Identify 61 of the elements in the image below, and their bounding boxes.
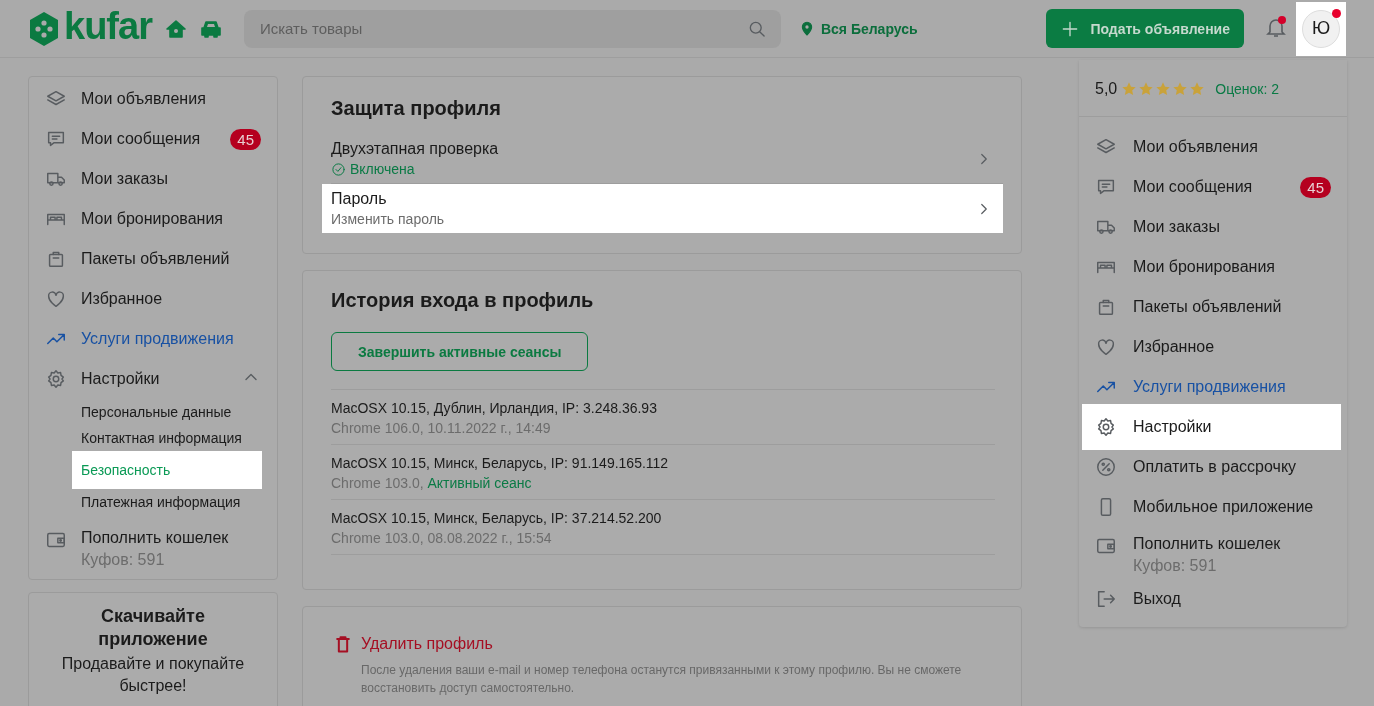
sidebar-link[interactable]: Избранное (81, 290, 261, 308)
menu-item[interactable]: Мои объявления (1133, 138, 1331, 156)
menu-item[interactable]: Избранное (1133, 338, 1331, 356)
section-title: Защита профиля (331, 97, 502, 120)
sidebar-link[interactable]: Настройки (81, 370, 227, 388)
sidebar-subitem[interactable]: Персональные данные (72, 399, 262, 425)
session-device: MacOSX 10.15, Минск, Беларусь, IP: 91.149.165.112 (331, 455, 670, 471)
sidebar-link[interactable]: Пополнить кошелек (81, 529, 229, 547)
section-title: История входа в профиль (331, 289, 595, 312)
star-icon (1121, 81, 1138, 97)
settings-icon (1095, 416, 1117, 438)
status-text: Включена (350, 161, 415, 177)
menu-item[interactable]: Оплатить в рассрочку (1133, 458, 1331, 476)
row-subtitle: Изменить пароль (331, 211, 446, 227)
security-row[interactable]: Пароль Изменить пароль (322, 184, 1003, 233)
sidebar-link[interactable]: Мои бронирования (81, 210, 261, 228)
menu-item[interactable]: Мобильное приложение (1133, 498, 1331, 516)
post-ad-button[interactable]: Подать объявление (1046, 9, 1244, 48)
sidebar-link[interactable]: Мои заказы (81, 170, 261, 188)
sidebar-link[interactable]: Мои объявления (81, 90, 261, 108)
count-badge: 45 (230, 128, 261, 150)
logo-icon (28, 10, 60, 47)
settings-icon (45, 368, 67, 390)
wallet-balance: Куфов: 591 (1133, 557, 1218, 575)
rating-value: 5,0 (1095, 80, 1118, 98)
session-device: MacOSX 10.15, Минск, Беларусь, IP: 37.214.52.200 (331, 510, 663, 526)
sidebar-link[interactable]: Мои сообщения (81, 130, 217, 148)
app-promo-text: Продавайте и покупайте быстрее! (60, 654, 246, 696)
sidebar-link[interactable]: Пакеты объявлений (81, 250, 261, 268)
session-detail: Chrome 103.0, Активный сеанс (331, 475, 533, 491)
menu-item[interactable]: Мои сообщения (1133, 178, 1285, 196)
session-device: MacOSX 10.15, Дублин, Ирландия, IP: 3.248.36.93 (331, 400, 658, 416)
search-field[interactable]: Искать товары (243, 9, 781, 48)
star-icon (1189, 81, 1206, 97)
notification-bell-icon[interactable] (1264, 14, 1288, 39)
user-avatar[interactable]: Ю (1302, 9, 1340, 48)
star-icon (1138, 81, 1155, 97)
star-icon (1155, 81, 1172, 97)
trash-icon (333, 633, 353, 655)
app-promo-title: Скачивайте приложение (97, 605, 209, 651)
row-title: Пароль (331, 190, 388, 208)
session-detail: Chrome 103.0, 08.08.2022 г., 15:54 (331, 530, 553, 546)
row-title: Двухэтапная проверка (331, 140, 500, 158)
sidebar-subitem[interactable]: Платежная информация (72, 489, 262, 515)
sidebar-subitem[interactable]: Безопасность (72, 451, 262, 489)
session-detail: Chrome 106.0, 10.11.2022 г., 14:49 (331, 420, 552, 436)
check-circle-icon (331, 161, 346, 177)
percent-icon (1095, 456, 1117, 478)
heart-icon (45, 288, 67, 310)
count-badge: 45 (1300, 176, 1331, 198)
delete-note: После удаления ваши e-mail и номер телефона останутся привязанными к этому профилю. Вы не сможете восстановить доступ самостоятельно. (361, 662, 963, 697)
menu-item[interactable]: Мои заказы (1133, 218, 1331, 236)
star-icon (1172, 81, 1189, 97)
wallet-balance: Куфов: 591 (81, 551, 166, 569)
menu-item[interactable]: Пакеты объявлений (1133, 298, 1331, 316)
heart-icon (1095, 336, 1117, 358)
menu-item[interactable]: Выход (1133, 590, 1331, 608)
menu-item[interactable]: Пополнить кошелек (1133, 535, 1281, 553)
sidebar-subitem[interactable]: Контактная информация (72, 425, 262, 451)
exit-icon (1095, 588, 1117, 610)
menu-item[interactable]: Мои бронирования (1133, 258, 1331, 276)
